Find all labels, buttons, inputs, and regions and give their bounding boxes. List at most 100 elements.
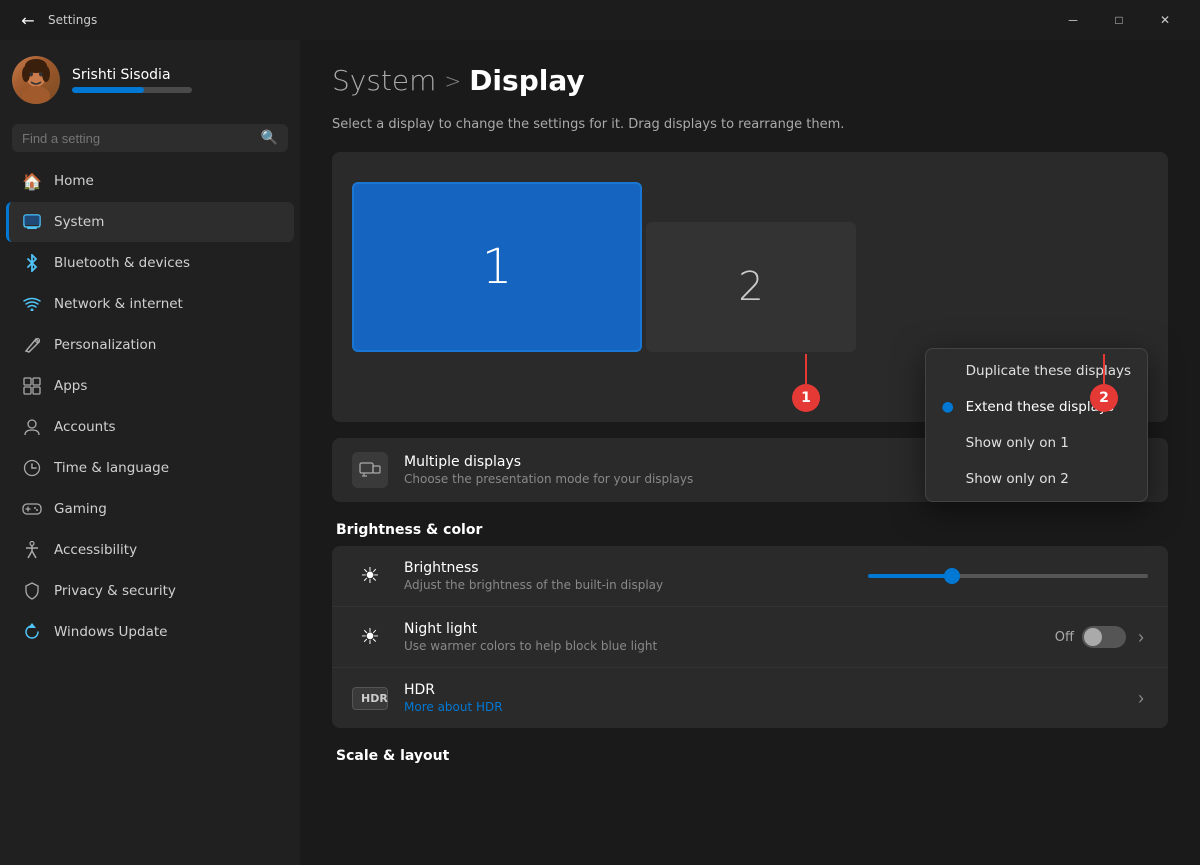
sidebar-item-bluetooth[interactable]: Bluetooth & devices [6,243,294,283]
user-profile[interactable]: Srishti Sisodia [0,40,300,120]
bluetooth-icon [22,253,42,273]
hdr-title: HDR [404,682,1118,698]
search-box[interactable]: 🔍 [12,124,288,152]
night-light-action: Off › [1055,623,1148,652]
avatar [12,56,60,104]
user-name: Srishti Sisodia [72,67,288,83]
sidebar-item-label-accessibility: Accessibility [54,542,137,558]
breadcrumb-parent[interactable]: System [332,64,436,97]
search-icon: 🔍 [261,130,278,146]
dropdown-check-only2 [942,471,958,487]
multiple-displays-icon [352,452,388,488]
night-light-icon: ☀ [352,625,388,650]
sidebar-item-label-privacy: Privacy & security [54,583,176,599]
app-body: Srishti Sisodia 🔍 🏠 Home [0,40,1200,865]
dropdown-item-extend[interactable]: ● Extend these displays [926,389,1147,425]
app-title: Settings [44,13,1050,27]
sidebar-item-gaming[interactable]: Gaming [6,489,294,529]
sidebar-item-label-personalization: Personalization [54,337,156,353]
brightness-thumb[interactable] [944,568,960,584]
identify-row: Identify Duplicate these displays ● Exte… [352,368,1148,402]
monitor-2[interactable]: 2 [646,222,856,352]
back-icon: ← [21,11,34,30]
dropdown-check-only1 [942,435,958,451]
sidebar-item-personalization[interactable]: Personalization [6,325,294,365]
sidebar-item-label-home: Home [54,173,94,189]
sidebar-item-accessibility[interactable]: Accessibility [6,530,294,570]
scale-section-header: Scale & layout [332,748,1168,764]
sidebar-item-label-accounts: Accounts [54,419,116,435]
sidebar-item-privacy[interactable]: Privacy & security [6,571,294,611]
page-description: Select a display to change the settings … [332,117,1168,132]
sidebar-item-system[interactable]: System [6,202,294,242]
night-light-toggle[interactable]: Off [1055,626,1126,648]
sidebar: Srishti Sisodia 🔍 🏠 Home [0,40,300,865]
dropdown-label-only2: Show only on 2 [966,471,1069,487]
sidebar-item-home[interactable]: 🏠 Home [6,161,294,201]
night-light-row[interactable]: ☀ Night light Use warmer colors to help … [332,607,1168,668]
hdr-chevron[interactable]: › [1134,684,1148,713]
identify-row-wrapper: Identify Duplicate these displays ● Exte… [352,368,1148,402]
back-button[interactable]: ← [12,4,44,36]
sidebar-item-apps[interactable]: Apps [6,366,294,406]
toggle-track[interactable] [1082,626,1126,648]
search-input[interactable] [22,131,253,146]
sidebar-item-time[interactable]: Time & language [6,448,294,488]
titlebar: ← Settings ─ □ ✕ [0,0,1200,40]
brightness-row: ☀ Brightness Adjust the brightness of th… [332,546,1168,607]
display-monitors: 1 2 [352,172,1148,352]
brightness-slider[interactable] [868,574,1148,578]
user-storage-fill [72,87,144,93]
dropdown-item-only1[interactable]: Show only on 1 [926,425,1147,461]
display-section: 1 2 Identify Duplicate these displays ● [332,152,1168,422]
minimize-button[interactable]: ─ [1050,4,1096,36]
avatar-image [12,56,60,104]
dropdown-item-duplicate[interactable]: Duplicate these displays [926,353,1147,389]
brightness-slider-wrap [868,574,1148,578]
dropdown-label-extend: Extend these displays [966,399,1114,415]
dropdown-label-duplicate: Duplicate these displays [966,363,1131,379]
close-button[interactable]: ✕ [1142,4,1188,36]
sidebar-item-network[interactable]: Network & internet [6,284,294,324]
dropdown-item-only2[interactable]: Show only on 2 [926,461,1147,497]
sidebar-item-label-bluetooth: Bluetooth & devices [54,255,190,271]
system-icon [22,212,42,232]
breadcrumb-separator: > [444,69,461,93]
accessibility-icon [22,540,42,560]
dropdown-check-extend: ● [942,399,958,415]
brightness-section-header: Brightness & color [332,522,1168,538]
update-icon [22,622,42,642]
hdr-badge: HDR [352,687,388,710]
night-light-chevron[interactable]: › [1134,623,1148,652]
network-icon [22,294,42,314]
maximize-button[interactable]: □ [1096,4,1142,36]
main-content: System > Display Select a display to cha… [300,40,1200,865]
brightness-icon: ☀ [352,564,388,589]
sidebar-item-label-update: Windows Update [54,624,167,640]
monitor-1[interactable]: 1 [352,182,642,352]
home-icon: 🏠 [22,171,42,191]
breadcrumb-current: Display [469,64,584,97]
brightness-text: Brightness Adjust the brightness of the … [404,560,852,592]
gaming-icon [22,499,42,519]
hdr-link[interactable]: More about HDR [404,700,1118,714]
sidebar-item-update[interactable]: Windows Update [6,612,294,652]
accounts-icon [22,417,42,437]
sidebar-item-label-system: System [54,214,104,230]
night-light-text: Night light Use warmer colors to help bl… [404,621,1039,653]
night-light-title: Night light [404,621,1039,637]
brightness-desc: Adjust the brightness of the built-in di… [404,578,852,592]
hdr-row[interactable]: HDR HDR More about HDR › [332,668,1168,728]
user-info: Srishti Sisodia [72,67,288,93]
sidebar-item-label-time: Time & language [54,460,169,476]
sidebar-item-accounts[interactable]: Accounts [6,407,294,447]
privacy-icon [22,581,42,601]
toggle-thumb [1084,628,1102,646]
sidebar-nav: 🏠 Home System B [0,160,300,653]
sidebar-item-label-apps: Apps [54,378,87,394]
sidebar-item-label-network: Network & internet [54,296,183,312]
dropdown-label-only1: Show only on 1 [966,435,1069,451]
sidebar-item-label-gaming: Gaming [54,501,107,517]
display-mode-dropdown: Duplicate these displays ● Extend these … [925,348,1148,502]
time-icon [22,458,42,478]
